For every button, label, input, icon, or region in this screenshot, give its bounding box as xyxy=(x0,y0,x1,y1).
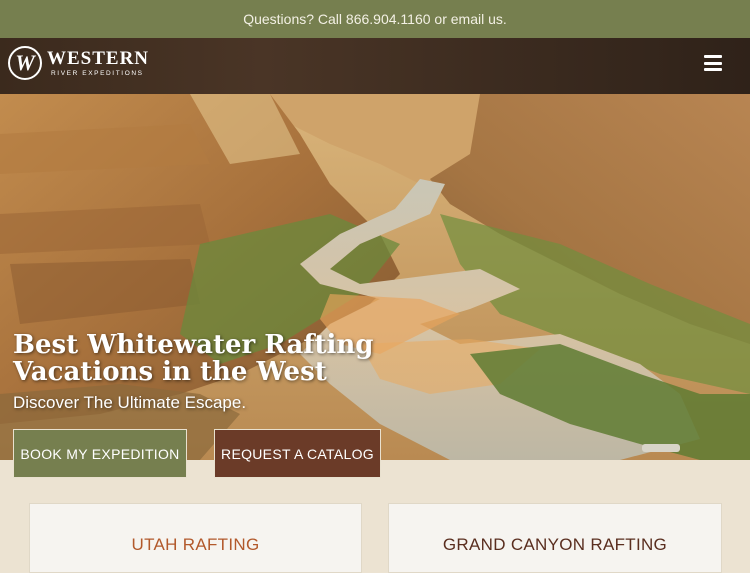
book-expedition-button[interactable]: BOOK MY EXPEDITION xyxy=(13,429,187,478)
hamburger-menu-icon[interactable] xyxy=(704,55,722,71)
hero-banner: Best Whitewater Rafting Vacations in the… xyxy=(0,94,750,460)
utah-rafting-title: UTAH RAFTING xyxy=(131,535,260,554)
hero-subtitle: Discover The Ultimate Escape. xyxy=(13,393,247,412)
request-catalog-button[interactable]: REQUEST A CATALOG xyxy=(214,429,381,478)
hero-title: Best Whitewater Rafting Vacations in the… xyxy=(13,330,374,387)
announcement-text[interactable]: Questions? Call 866.904.1160 or email us… xyxy=(243,11,507,27)
grand-canyon-rafting-title: GRAND CANYON RAFTING xyxy=(442,535,668,554)
logo-title: WESTERN xyxy=(47,47,150,69)
logo-wordmark: WESTERN RIVER EXPEDITIONS xyxy=(47,49,149,78)
logo-w-icon: W xyxy=(8,46,42,80)
logo-subtitle: RIVER EXPEDITIONS xyxy=(51,69,144,77)
site-header: W WESTERN RIVER EXPEDITIONS xyxy=(0,38,750,94)
announcement-bar: Questions? Call 866.904.1160 or email us… xyxy=(0,0,750,38)
site-logo[interactable]: W WESTERN RIVER EXPEDITIONS xyxy=(8,46,149,80)
